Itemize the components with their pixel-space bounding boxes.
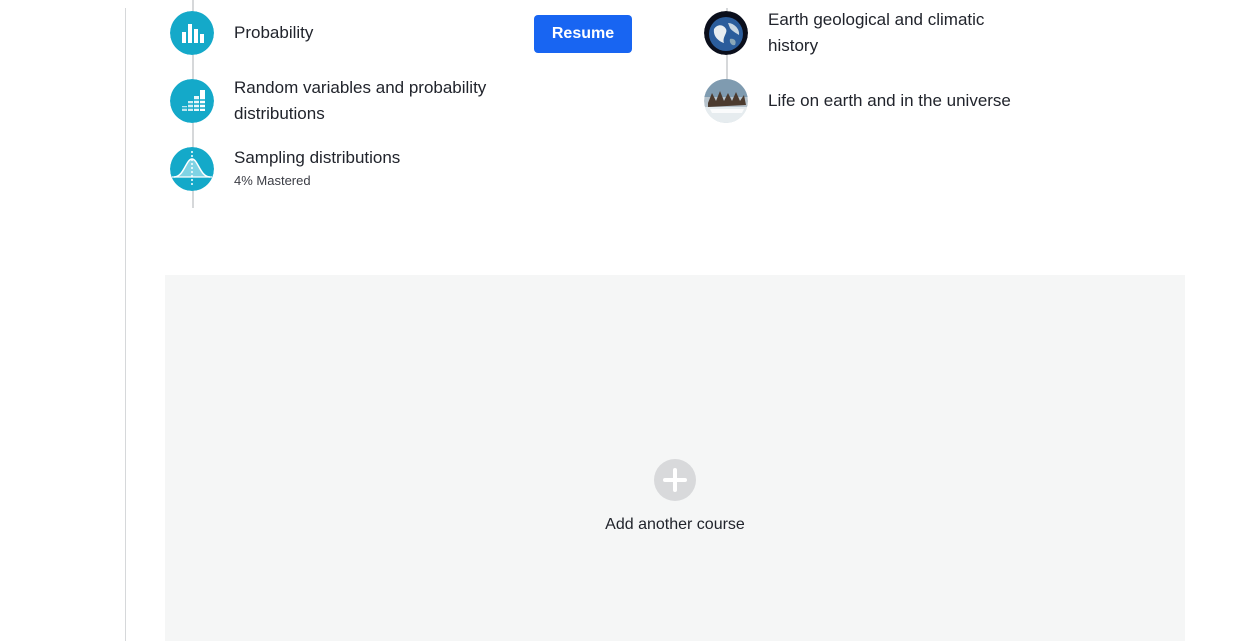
plus-circle-icon <box>654 459 696 501</box>
unit-title: Life on earth and in the universe <box>768 91 1011 110</box>
unit-item-sampling-distributions[interactable]: Sampling distributions 4% Mastered <box>170 147 400 191</box>
add-course-button[interactable]: Add another course <box>165 459 1185 534</box>
unit-title: Random variables and probability distrib… <box>234 78 487 123</box>
unit-item-life-on-earth[interactable]: Life on earth and in the universe <box>704 79 1011 123</box>
histogram-icon <box>170 79 214 123</box>
unit-title: Sampling distributions <box>234 148 401 167</box>
unit-item-random-variables[interactable]: Random variables and probability distrib… <box>170 78 524 127</box>
bar-chart-icon <box>170 11 214 55</box>
page-divider <box>125 8 126 641</box>
bell-curve-icon <box>170 147 214 191</box>
earth-icon <box>704 11 748 55</box>
wildlife-icon <box>704 79 748 123</box>
unit-title: Earth geological and climatic history <box>768 10 985 55</box>
mastery-status: 4% Mastered <box>234 173 311 188</box>
add-course-label: Add another course <box>605 516 745 533</box>
unit-item-earth-history[interactable]: Earth geological and climatic history <box>704 10 1018 59</box>
add-course-panel[interactable]: Add another course <box>165 275 1185 641</box>
resume-button[interactable]: Resume <box>534 15 632 53</box>
unit-title: Probability <box>234 23 314 42</box>
unit-item-probability[interactable]: Probability <box>170 11 313 55</box>
